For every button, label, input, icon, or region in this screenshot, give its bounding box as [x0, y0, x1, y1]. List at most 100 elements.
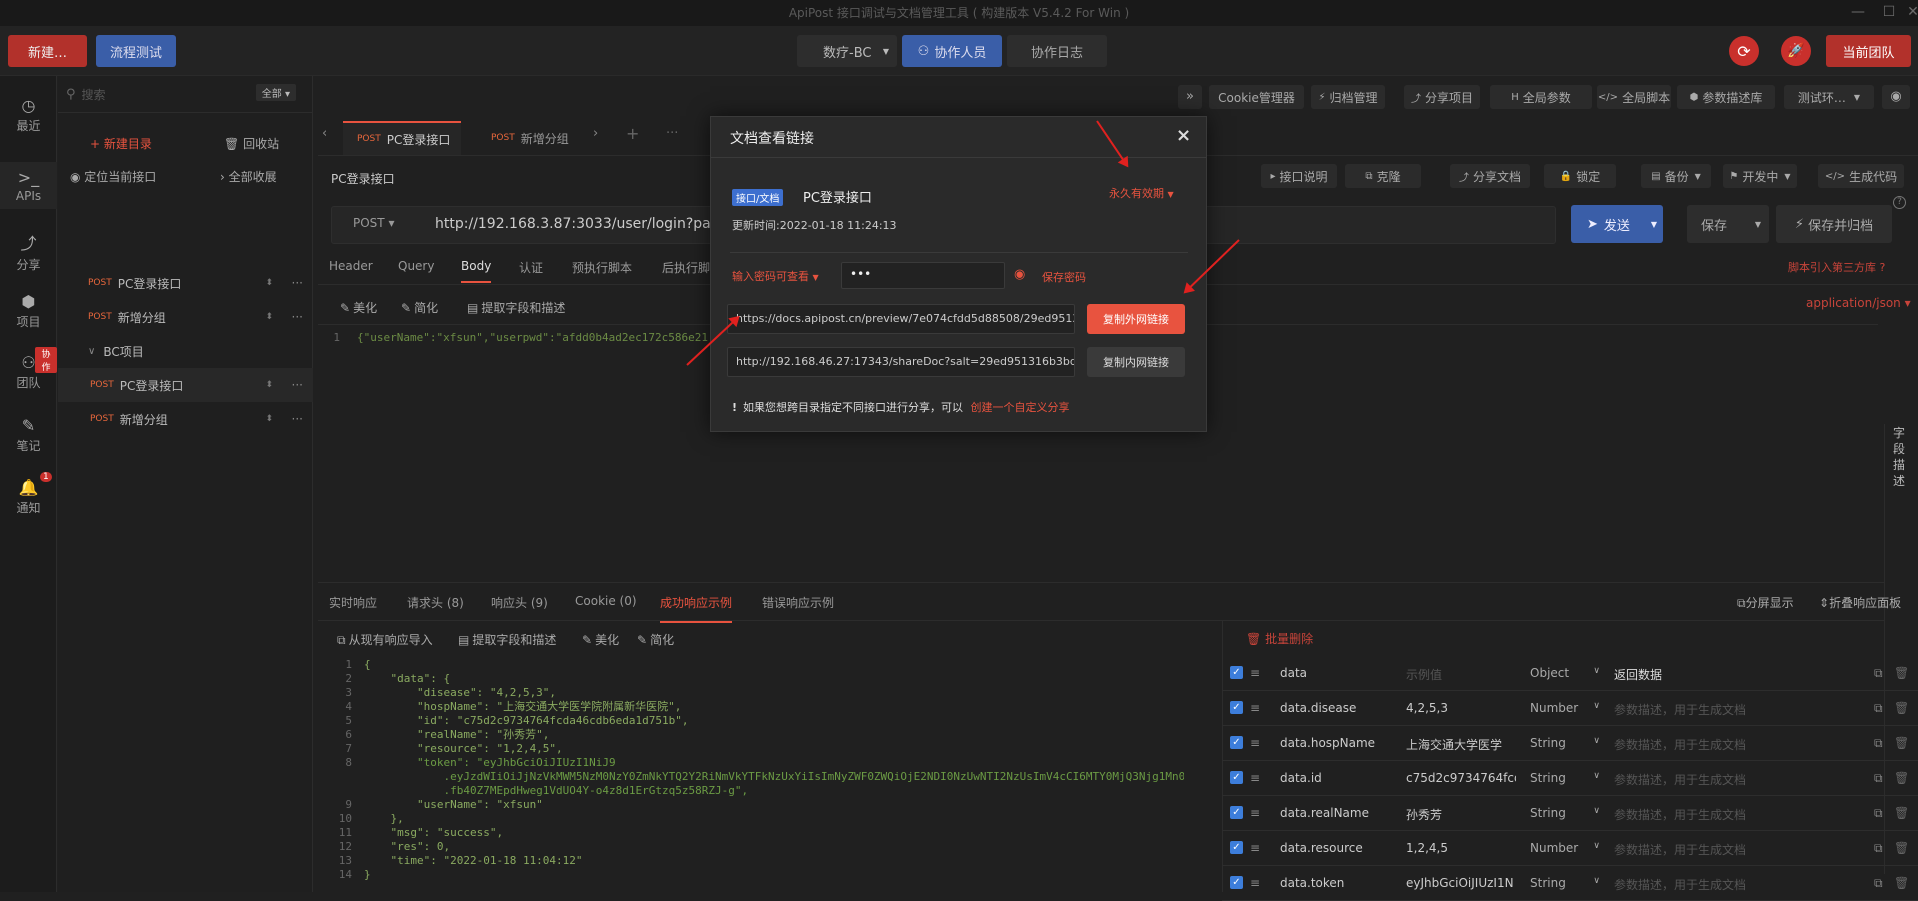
- nav-item-2[interactable]: ⤴ 分享: [0, 230, 57, 273]
- field-type-select[interactable]: Object ∨: [1530, 666, 1600, 680]
- tree-search[interactable]: ⚲ 搜索 全部 ▾: [66, 82, 306, 106]
- trash-icon[interactable]: 🗑: [1894, 876, 1909, 890]
- validity-select[interactable]: 永久有效期 ▼: [1109, 185, 1174, 201]
- field-value[interactable]: eyJhbGciOiJIUzI1N: [1406, 876, 1516, 890]
- collaborators-button[interactable]: ⚇ 协作人员: [902, 35, 1002, 67]
- request-body-editor[interactable]: {"userName":"xfsun","userpwd":"afdd0b4ad…: [357, 331, 722, 345]
- password-input[interactable]: •••: [841, 262, 1005, 289]
- tree-item[interactable]: POST 新增分组 ⬍ ···: [58, 402, 313, 436]
- eye-icon[interactable]: ◉: [1882, 85, 1910, 109]
- minimize-icon[interactable]: —: [1843, 0, 1873, 26]
- drag-handle-icon[interactable]: ≡: [1250, 841, 1260, 855]
- trash-icon[interactable]: 🗑: [1894, 666, 1909, 680]
- field-value[interactable]: 4,2,5,3: [1406, 701, 1516, 715]
- field-value[interactable]: c75d2c9734764fcd: [1406, 771, 1516, 785]
- response-tab-2[interactable]: 响应头 (9): [491, 594, 548, 611]
- password-toggle[interactable]: 输入密码可查看 ▼: [732, 268, 819, 284]
- field-type-select[interactable]: String ∨: [1530, 876, 1600, 890]
- toolbar-2[interactable]: ⤴ 分享项目: [1404, 85, 1480, 109]
- tree-folder[interactable]: ∨ BC项目: [58, 334, 313, 368]
- project-select[interactable]: 数疗-BC ▼: [797, 35, 897, 67]
- copy-icon[interactable]: ⧉: [1874, 666, 1883, 681]
- checkbox[interactable]: ✓: [1230, 806, 1243, 819]
- checkbox[interactable]: ✓: [1230, 736, 1243, 749]
- tab-new-group[interactable]: POST 新增分组: [477, 121, 587, 155]
- action-2[interactable]: ⤴ 分享文档: [1450, 164, 1530, 188]
- external-url-input[interactable]: https://docs.apipost.cn/preview/7e074cfd…: [727, 304, 1075, 334]
- search-input[interactable]: 搜索: [82, 86, 106, 103]
- current-team-button[interactable]: 当前团队: [1826, 35, 1911, 67]
- field-desc[interactable]: 参数描述，用于生成文档: [1614, 771, 1844, 788]
- response-tab-4[interactable]: 成功响应示例: [660, 594, 733, 623]
- internal-url-input[interactable]: http://192.168.46.27:17343/shareDoc?salt…: [727, 347, 1075, 377]
- save-password-button[interactable]: 保存密码: [1042, 269, 1086, 285]
- trash-icon[interactable]: 🗑: [1894, 806, 1909, 820]
- drag-handle-icon[interactable]: ≡: [1250, 736, 1260, 750]
- nav-item-4[interactable]: ⚇ 团队 协作: [0, 347, 57, 391]
- copy-internal-link-button[interactable]: 复制内网链接: [1087, 347, 1185, 377]
- tab-pc-login[interactable]: POST PC登录接口: [343, 121, 461, 155]
- checkbox[interactable]: ✓: [1230, 701, 1243, 714]
- copy-icon[interactable]: ⧉: [1874, 701, 1883, 716]
- toolbar-4[interactable]: </> 全局脚本: [1597, 85, 1671, 109]
- more-icon[interactable]: ···: [292, 276, 303, 290]
- body-tool-1[interactable]: ✎ 简化: [401, 299, 438, 316]
- field-desc-side-label[interactable]: 字段描述: [1893, 425, 1907, 489]
- sort-icon[interactable]: ⬍: [265, 380, 273, 390]
- field-desc[interactable]: 参数描述，用于生成文档: [1614, 876, 1844, 893]
- field-desc[interactable]: 参数描述，用于生成文档: [1614, 806, 1844, 823]
- more-icon[interactable]: ···: [292, 310, 303, 324]
- rocket-icon[interactable]: 🚀: [1781, 36, 1811, 66]
- checkbox[interactable]: ✓: [1230, 841, 1243, 854]
- action-4[interactable]: ▤ 备份 ▼: [1641, 164, 1711, 188]
- tree-item[interactable]: POST 新增分组 ⬍ ···: [58, 300, 313, 334]
- response-tool-3[interactable]: ✎ 简化: [637, 631, 674, 648]
- url-input[interactable]: http://192.168.3.87:3033/user/login?pati…: [435, 216, 710, 232]
- field-name[interactable]: data.realName: [1280, 806, 1395, 820]
- sort-icon[interactable]: ⬍: [265, 278, 273, 288]
- field-type-select[interactable]: Number ∨: [1530, 701, 1600, 715]
- response-tool-0[interactable]: ⧉ 从现有响应导入: [337, 631, 433, 648]
- toolbar-3[interactable]: H 全局参数: [1490, 85, 1592, 109]
- tree-item[interactable]: POST PC登录接口 ⬍ ···: [58, 368, 313, 402]
- toolbar-1[interactable]: ⚡ 归档管理: [1311, 85, 1385, 109]
- flow-test-button[interactable]: 流程测试: [96, 35, 176, 67]
- action-3[interactable]: 🔒 锁定: [1544, 164, 1616, 188]
- toolbar-6[interactable]: 测试环… ▼: [1784, 85, 1874, 109]
- field-desc[interactable]: 参数描述，用于生成文档: [1614, 701, 1844, 718]
- request-tab-5[interactable]: 后执行脚: [662, 259, 710, 276]
- drag-handle-icon[interactable]: ≡: [1250, 876, 1260, 890]
- field-name[interactable]: data.id: [1280, 771, 1395, 785]
- response-tab-0[interactable]: 实时响应: [329, 594, 377, 611]
- trash-icon[interactable]: 🗑: [1894, 701, 1909, 715]
- action-5[interactable]: ⚑ 开发中 ▼: [1723, 164, 1797, 188]
- field-value[interactable]: 上海交通大学医学: [1406, 736, 1516, 753]
- script-hint[interactable]: 脚本引入第三方库 ?: [1788, 259, 1885, 275]
- field-name[interactable]: data.token: [1280, 876, 1395, 890]
- copy-icon[interactable]: ⧉: [1874, 876, 1883, 891]
- action-1[interactable]: ⧉ 克隆: [1345, 164, 1421, 188]
- copy-icon[interactable]: ⧉: [1874, 841, 1883, 856]
- response-tab-5[interactable]: 错误响应示例: [762, 594, 834, 611]
- send-button[interactable]: ➤ 发送 ▼: [1571, 205, 1663, 243]
- request-tab-3[interactable]: 认证: [519, 259, 543, 276]
- sort-icon[interactable]: ⬍: [265, 414, 273, 424]
- action-6[interactable]: </> 生成代码: [1818, 164, 1904, 188]
- collapse-all-button[interactable]: › 全部收展: [220, 168, 277, 185]
- request-tab-2[interactable]: Body: [461, 259, 492, 283]
- fold-panel-button[interactable]: ⇕折叠响应面板: [1819, 594, 1901, 611]
- save-archive-button[interactable]: ⚡ 保存并归档: [1776, 205, 1892, 243]
- response-tool-2[interactable]: ✎ 美化: [582, 631, 619, 648]
- trash-icon[interactable]: 🗑: [1894, 736, 1909, 750]
- request-tab-4[interactable]: 预执行脚本: [572, 259, 632, 276]
- tree-item[interactable]: POST PC登录接口 ⬍ ···: [58, 266, 313, 300]
- collab-log-button[interactable]: 协作日志: [1007, 35, 1107, 67]
- field-name[interactable]: data: [1280, 666, 1395, 680]
- body-tool-2[interactable]: ▤ 提取字段和描述: [467, 299, 565, 316]
- checkbox[interactable]: ✓: [1230, 666, 1243, 679]
- field-value[interactable]: 孙秀芳: [1406, 806, 1516, 823]
- nav-item-0[interactable]: ◷ 最近: [0, 96, 57, 134]
- field-type-select[interactable]: String ∨: [1530, 736, 1600, 750]
- bulk-delete-button[interactable]: 🗑 批量删除: [1246, 630, 1313, 647]
- response-tab-1[interactable]: 请求头 (8): [407, 594, 464, 611]
